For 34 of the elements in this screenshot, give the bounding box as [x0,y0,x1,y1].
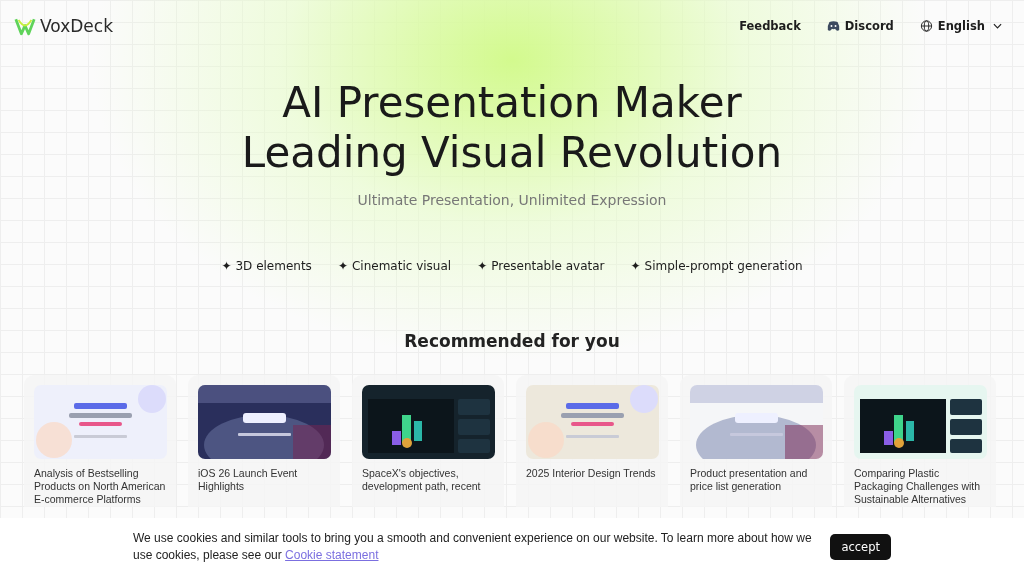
hero-subtitle: Ultimate Presentation, Unlimited Expression [357,192,667,208]
card-title: Product presentation and price list generation [690,467,809,493]
hero-title-line: AI Presentation Maker [282,78,742,128]
sparkle-icon: ✦ [337,259,348,273]
feature-label: Cinematic visual [351,259,452,273]
card-title: SpaceX's objectives, development path, recent [362,467,482,493]
chevron-down-icon [993,23,1002,29]
nav-link[interactable]: English [917,15,1004,37]
discord-icon [826,20,840,32]
presentation-card[interactable]: 2025 Interior Design Trends [516,375,668,507]
cookie-statement-link[interactable]: Cookie statement [285,548,379,562]
card-title: Analysis of Bestselling Products on North American E-commerce Platforms [34,467,167,506]
sparkle-icon: ✦ [221,259,232,273]
presentation-card[interactable]: Comparing Plastic Packaging Challenges with Sustainable Alternatives [844,375,996,507]
presentation-card[interactable]: Product presentation and price list generation [680,375,832,507]
accept-button[interactable]: accept [830,534,891,560]
presentation-card[interactable]: iOS 26 Launch Event Highlights [188,375,340,507]
feature-label: 3D elements [235,259,312,273]
section-heading: Recommended for you [403,331,621,351]
card-title: 2025 Interior Design Trends [526,467,657,480]
feature-label: Presentable avatar [491,259,605,273]
nav-link[interactable]: Discord [824,15,896,37]
cookie-text: We use cookies and similar tools to bring you a smooth and convenient experience on our website. To learn more about how we use cookies, please see our Cookie statement [133,530,813,564]
sparkle-icon: ✦ [477,259,488,273]
card-title: Comparing Plastic Packaging Challenges with Sustainable Alternatives [854,467,982,506]
feature-label: Simple-prompt generation [644,259,803,273]
sparkle-icon: ✦ [630,259,641,273]
presentation-card[interactable]: SpaceX's objectives, development path, recent [352,375,504,507]
hero-title-line: Leading Visual Revolution [241,128,783,178]
nav-link[interactable]: Feedback [737,15,803,37]
presentation-card[interactable]: Analysis of Bestselling Products on North American E-commerce Platforms [24,375,176,507]
globe-icon [919,20,933,32]
logo-text: VoxDeck [40,16,113,36]
card-title: iOS 26 Launch Event Highlights [198,467,299,493]
